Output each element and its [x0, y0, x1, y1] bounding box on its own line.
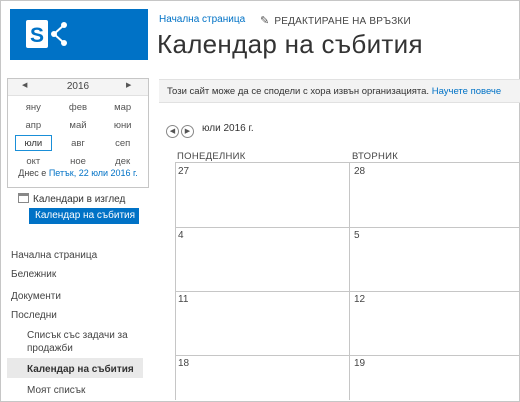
- nav-item-event-calendar[interactable]: Календар на събития: [27, 363, 134, 376]
- calendar-icon: [18, 193, 29, 203]
- calendars-in-view-label: Календари в изглед: [33, 194, 126, 205]
- grid-line: [175, 291, 520, 292]
- month-jun[interactable]: юни: [104, 117, 141, 133]
- day-cell-number[interactable]: 11: [178, 294, 188, 305]
- month-jul-selected[interactable]: юли: [15, 135, 52, 151]
- page-title: Календар на събития: [157, 29, 423, 59]
- month-nov[interactable]: ное: [60, 153, 97, 169]
- date-picker: ◀ 2016 ▶ яну фев мар апр май юни юли авг…: [7, 78, 149, 188]
- learn-more-link[interactable]: Научете повече: [432, 86, 501, 97]
- date-picker-header: ◀ 2016 ▶: [8, 79, 148, 96]
- svg-text:S: S: [30, 24, 44, 47]
- month-dec[interactable]: дек: [104, 153, 141, 169]
- grid-line: [175, 162, 176, 400]
- today-link[interactable]: Петък, 22 юли 2016 г.: [49, 168, 138, 178]
- next-year-icon[interactable]: ▶: [126, 81, 131, 89]
- month-oct[interactable]: окт: [15, 153, 52, 169]
- nav-item-documents[interactable]: Документи: [11, 291, 61, 302]
- day-cell-number[interactable]: 12: [354, 294, 365, 305]
- day-cell-number[interactable]: 27: [178, 166, 189, 177]
- month-feb[interactable]: фев: [60, 99, 97, 115]
- month-may[interactable]: май: [60, 117, 97, 133]
- sharepoint-logo[interactable]: S: [10, 9, 148, 60]
- next-month-icon[interactable]: ▶: [181, 125, 194, 138]
- calendar-navigation: ◀ ▶ юли 2016 г.: [166, 123, 254, 138]
- nav-item-sales-tasks[interactable]: Списък със задачи за продажби: [27, 329, 137, 355]
- nav-item-home[interactable]: Начална страница: [11, 250, 97, 261]
- day-cell-number[interactable]: 4: [178, 230, 184, 241]
- month-mar[interactable]: мар: [104, 99, 141, 115]
- nav-item-recent: Последни: [11, 310, 57, 321]
- nav-item-notebook[interactable]: Бележник: [11, 269, 56, 280]
- day-cell-number[interactable]: 5: [354, 230, 360, 241]
- top-nav-home-link[interactable]: Начална страница: [159, 14, 245, 25]
- month-sep[interactable]: сеп: [104, 135, 141, 151]
- month-grid: яну фев мар апр май юни юли авг сеп окт …: [11, 98, 145, 170]
- previous-month-icon[interactable]: ◀: [166, 125, 179, 138]
- today-prefix: Днес е: [18, 168, 47, 178]
- edit-links-button[interactable]: ✎ РЕДАКТИРАНЕ НА ВРЪЗКИ: [260, 14, 411, 27]
- pencil-icon: ✎: [260, 15, 270, 27]
- calendars-in-view: Календари в изглед: [18, 193, 125, 205]
- day-header-monday: ПОНЕДЕЛНИК: [177, 151, 246, 162]
- sharepoint-logo-icon: S: [26, 20, 67, 48]
- today-indicator: Днес е Петък, 22 юли 2016 г.: [8, 168, 148, 178]
- calendar-month-label: юли 2016 г.: [202, 123, 254, 134]
- month-apr[interactable]: апр: [15, 117, 52, 133]
- month-aug[interactable]: авг: [60, 135, 97, 151]
- grid-line: [349, 162, 350, 400]
- day-cell-number[interactable]: 18: [178, 358, 189, 369]
- day-cell-number[interactable]: 28: [354, 166, 365, 177]
- current-calendar-item[interactable]: Календар на събития: [29, 208, 139, 224]
- month-jan[interactable]: яну: [15, 99, 52, 115]
- grid-line: [175, 355, 520, 356]
- notice-text: Този сайт може да се сподели с хора извъ…: [167, 86, 430, 97]
- nav-item-my-list[interactable]: Моят списък: [27, 384, 85, 397]
- grid-line: [175, 162, 520, 163]
- day-header-tuesday: ВТОРНИК: [352, 151, 399, 162]
- day-cell-number[interactable]: 19: [354, 358, 365, 369]
- edit-links-label: РЕДАКТИРАНЕ НА ВРЪЗКИ: [274, 16, 411, 27]
- sharing-notice-bar: Този сайт може да се сподели с хора извъ…: [159, 79, 520, 103]
- grid-line: [175, 227, 520, 228]
